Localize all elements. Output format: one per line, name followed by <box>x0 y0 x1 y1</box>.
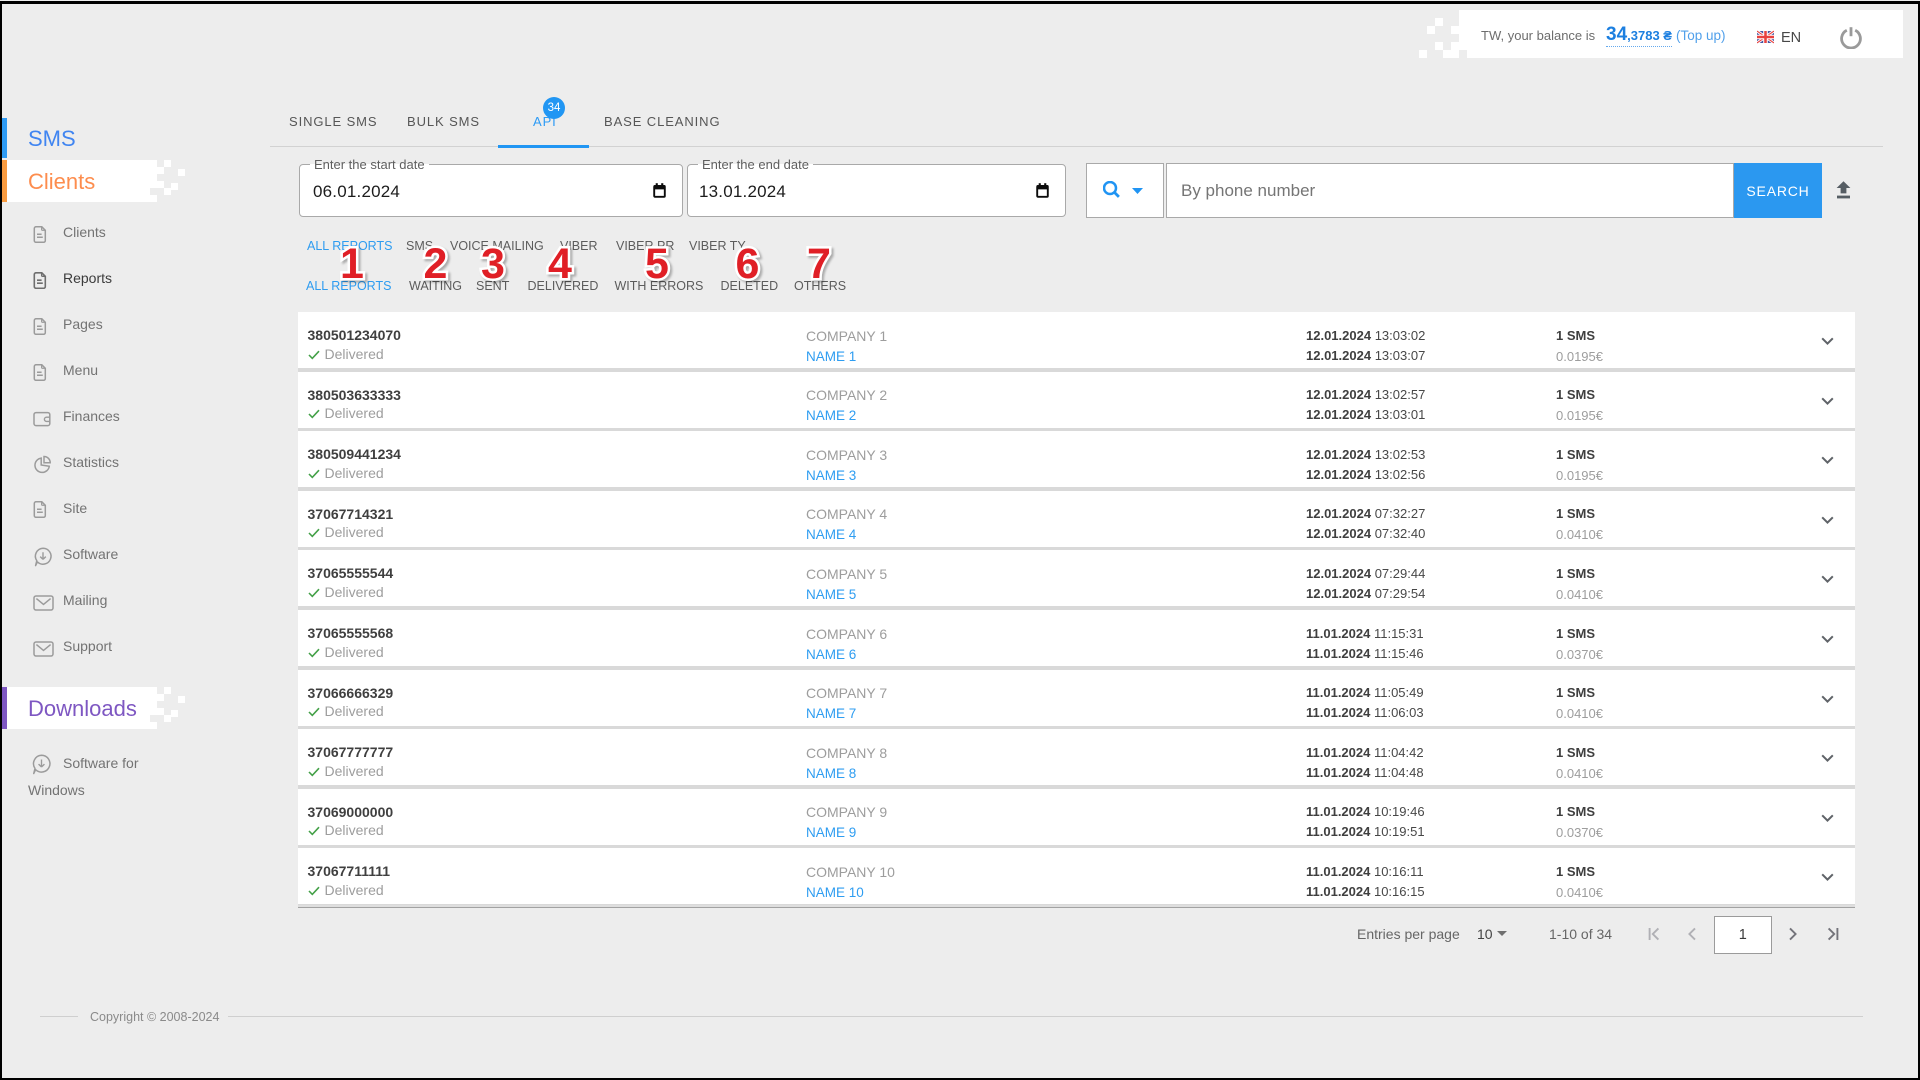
svg-text:3: 3 <box>481 240 505 288</box>
svg-text:5: 5 <box>645 240 669 288</box>
svg-text:7: 7 <box>807 240 831 288</box>
svg-text:2: 2 <box>424 240 448 288</box>
svg-text:4: 4 <box>548 240 572 288</box>
svg-text:1: 1 <box>340 240 364 288</box>
svg-text:6: 6 <box>736 240 760 288</box>
